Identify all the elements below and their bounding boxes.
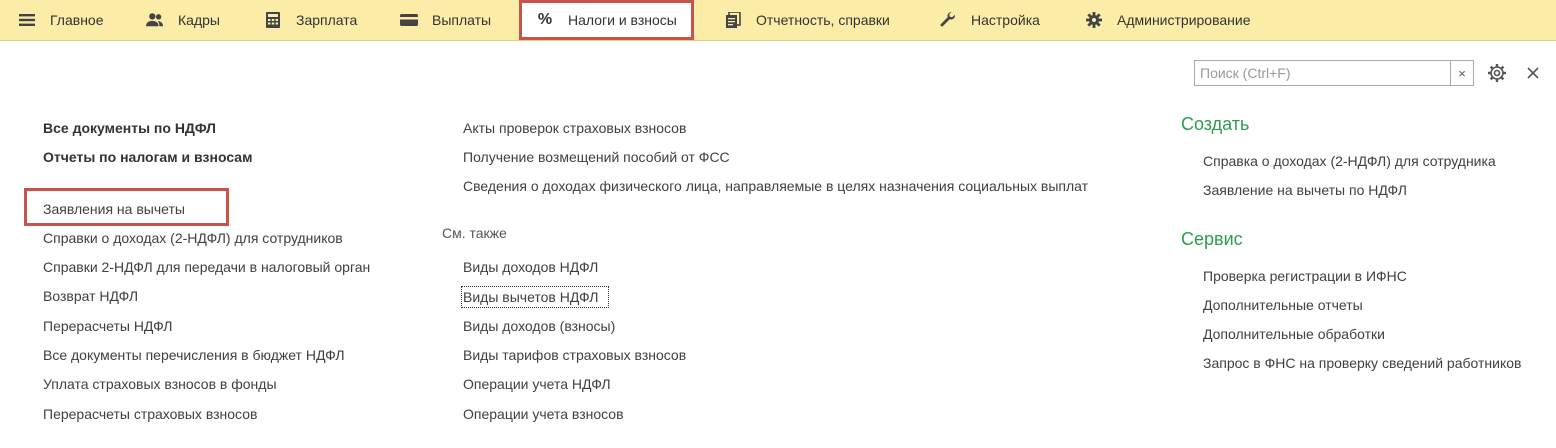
- service-section-title: Сервис: [1181, 229, 1243, 249]
- link-insurance-rate-types[interactable]: Виды тарифов страховых взносов: [463, 346, 686, 364]
- nav-item-administration[interactable]: Администрирование: [1085, 0, 1251, 40]
- close-icon: [1527, 67, 1539, 79]
- nav-item-label: Налоги и взносы: [568, 12, 677, 28]
- percent-icon: %: [537, 11, 553, 28]
- wallet-icon: [400, 11, 418, 29]
- link-ndfl-budget-transfers[interactable]: Все документы перечисления в бюджет НДФЛ: [43, 346, 345, 364]
- link-additional-processing[interactable]: Дополнительные обработки: [1203, 325, 1385, 343]
- nav-item-label: Выплаты: [432, 12, 492, 28]
- documents-icon: [724, 11, 742, 29]
- nav-item-salary[interactable]: Зарплата: [264, 0, 357, 40]
- menu-icon: [18, 11, 36, 29]
- see-also-heading: См. также: [442, 225, 507, 241]
- link-contribution-operations[interactable]: Операции учета взносов: [463, 405, 624, 423]
- link-fss-reimbursements[interactable]: Получение возмещений пособий от ФСС: [463, 148, 730, 166]
- nav-item-label: Администрирование: [1117, 12, 1251, 28]
- link-insurance-recalculations[interactable]: Перерасчеты страховых взносов: [43, 405, 257, 423]
- nav-item-settings[interactable]: Настройка: [939, 0, 1040, 40]
- settings-gear-button[interactable]: [1487, 63, 1507, 83]
- nav-item-label: Отчетность, справки: [756, 12, 890, 28]
- nav-item-hr[interactable]: Кадры: [146, 0, 220, 40]
- link-fns-employee-check-request[interactable]: Запрос в ФНС на проверку сведений работн…: [1203, 354, 1521, 372]
- search-input[interactable]: [1195, 61, 1451, 85]
- link-deduction-applications[interactable]: Заявления на вычеты: [43, 200, 185, 218]
- link-insurance-payments[interactable]: Уплата страховых взносов в фонды: [43, 375, 277, 393]
- nav-item-reports[interactable]: Отчетность, справки: [724, 0, 890, 40]
- link-ndfl-operations[interactable]: Операции учета НДФЛ: [463, 375, 611, 393]
- link-certificates-to-tax-office[interactable]: Справки 2-НДФЛ для передачи в налоговый …: [43, 258, 370, 276]
- search-clear-button[interactable]: ×: [1450, 61, 1473, 85]
- link-income-certificates[interactable]: Справки о доходах (2-НДФЛ) для сотрудник…: [43, 229, 343, 247]
- nav-item-payments[interactable]: Выплаты: [400, 0, 491, 40]
- link-ifns-registration-check[interactable]: Проверка регистрации в ИФНС: [1203, 267, 1407, 285]
- link-additional-reports[interactable]: Дополнительные отчеты: [1203, 296, 1363, 314]
- link-ndfl-income-types[interactable]: Виды доходов НДФЛ: [463, 258, 598, 276]
- close-button[interactable]: [1524, 64, 1542, 82]
- settings-gear-icon: [1488, 64, 1506, 82]
- link-ndfl-recalculations[interactable]: Перерасчеты НДФЛ: [43, 317, 172, 335]
- top-nav-bar: Главное Кадры Зарплата Выплаты % Налоги …: [0, 0, 1556, 41]
- gear-icon: [1085, 11, 1103, 29]
- link-create-deduction-application[interactable]: Заявление на вычеты по НДФЛ: [1203, 181, 1407, 199]
- link-contribution-income-types[interactable]: Виды доходов (взносы): [463, 317, 615, 335]
- link-ndfl-refund[interactable]: Возврат НДФЛ: [43, 287, 138, 305]
- people-icon: [146, 11, 164, 29]
- nav-item-label: Зарплата: [296, 12, 358, 28]
- wrench-icon: [939, 11, 957, 29]
- link-ndfl-deduction-types[interactable]: Виды вычетов НДФЛ: [463, 288, 598, 306]
- create-section-title: Создать: [1181, 114, 1250, 134]
- link-income-info-social[interactable]: Сведения о доходах физического лица, нап…: [463, 177, 1088, 195]
- nav-item-label: Кадры: [178, 12, 220, 28]
- nav-item-main[interactable]: Главное: [18, 0, 104, 40]
- nav-item-label: Настройка: [971, 12, 1040, 28]
- link-insurance-audit-acts[interactable]: Акты проверок страховых взносов: [463, 119, 686, 137]
- link-all-ndfl-documents[interactable]: Все документы по НДФЛ: [43, 119, 216, 137]
- search-box: ×: [1194, 60, 1474, 86]
- nav-item-label: Главное: [50, 12, 104, 28]
- calculator-icon: [264, 11, 282, 29]
- nav-item-taxes[interactable]: % Налоги и взносы: [519, 0, 694, 40]
- link-tax-reports[interactable]: Отчеты по налогам и взносам: [43, 148, 252, 166]
- link-create-income-certificate[interactable]: Справка о доходах (2-НДФЛ) для сотрудник…: [1203, 152, 1496, 170]
